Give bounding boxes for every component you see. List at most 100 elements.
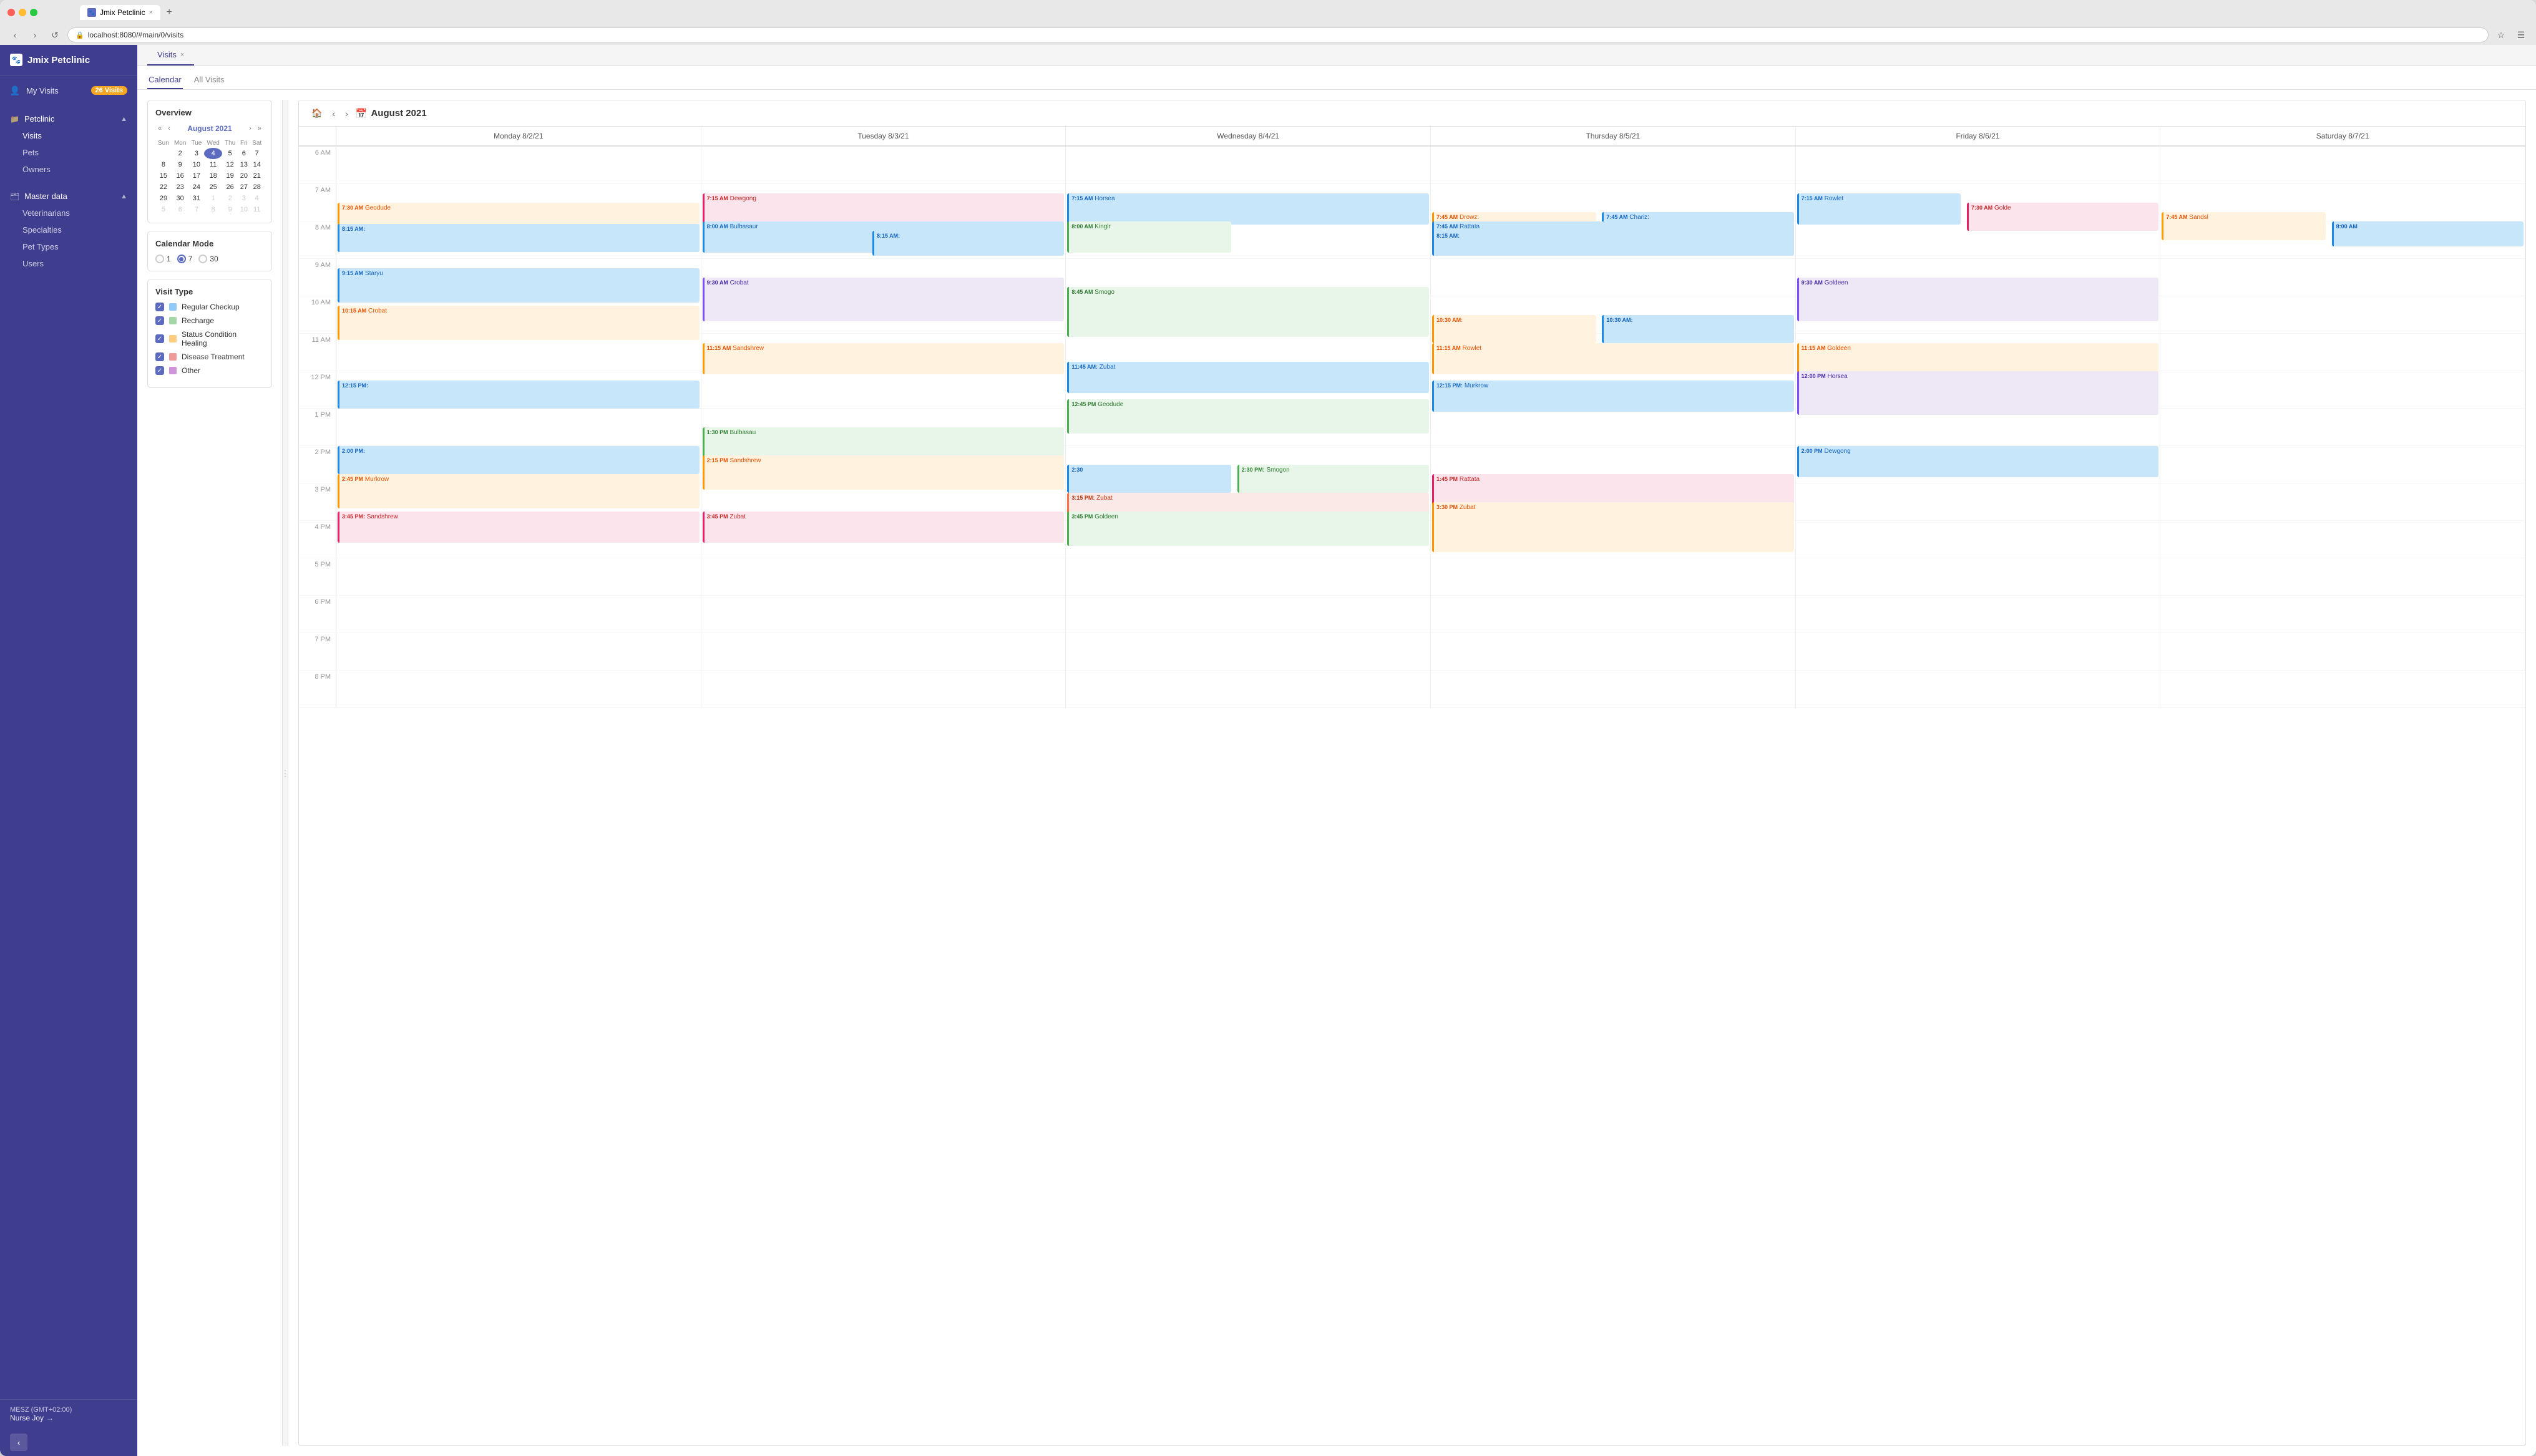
cell-tue-7am[interactable]: 7:15 AM Dewgong	[701, 184, 1066, 221]
cal-day[interactable]: 5	[222, 148, 238, 159]
cell-thu-1pm[interactable]	[1431, 409, 1796, 446]
cell-wed-11am[interactable]: 11:45 AM: Zubat	[1066, 334, 1431, 371]
cell-sat-10am[interactable]	[2160, 296, 2525, 334]
event-smogo[interactable]: 8:45 AM Smogo	[1067, 287, 1429, 337]
forward-button[interactable]: ›	[27, 27, 42, 42]
logout-icon[interactable]: →	[46, 1414, 54, 1422]
event-rowlet-thu[interactable]: 11:15 AM Rowlet	[1432, 343, 1794, 374]
calendar-home-button[interactable]: 🏠	[309, 105, 324, 121]
cal-day[interactable]: 2	[172, 148, 189, 159]
visit-type-recharge[interactable]: Recharge	[155, 316, 264, 325]
close-window-button[interactable]	[7, 9, 15, 16]
mini-cal-next-button[interactable]: ›	[246, 124, 254, 133]
cal-day[interactable]: 3	[238, 193, 250, 204]
event-horsea-fri[interactable]: 12:00 PM Horsea	[1797, 371, 2159, 415]
sidebar-item-my-visits[interactable]: 👤 My Visits 26 Visits	[0, 80, 137, 100]
event-zubat-wed[interactable]: 11:45 AM: Zubat	[1067, 362, 1429, 393]
cal-day[interactable]: 7	[189, 204, 205, 215]
cal-day[interactable]: 3	[189, 148, 205, 159]
cal-day[interactable]: 2	[222, 193, 238, 204]
cell-mon-6pm[interactable]	[336, 596, 701, 633]
event-murkrow-thu[interactable]: 12:15 PM: Murkrow	[1432, 381, 1794, 412]
cal-day[interactable]: 25	[204, 182, 222, 193]
cell-fri-9am[interactable]: 9:30 AM Goldeen	[1796, 259, 2161, 296]
cal-day[interactable]: 7	[250, 148, 264, 159]
cell-thu-8am[interactable]: 7:45 AM Rattata 8:15 AM:	[1431, 221, 1796, 259]
cal-day[interactable]: 11	[250, 204, 264, 215]
cell-sat-9am[interactable]	[2160, 259, 2525, 296]
cell-mon-7pm[interactable]	[336, 633, 701, 671]
cal-day[interactable]: 12	[222, 159, 238, 170]
cal-day[interactable]: 31	[189, 193, 205, 204]
radio-mode-1[interactable]: 1	[155, 255, 171, 263]
cell-fri-8pm[interactable]	[1796, 671, 2161, 708]
cell-wed-7pm[interactable]	[1066, 633, 1431, 671]
cell-mon-8pm[interactable]	[336, 671, 701, 708]
address-bar[interactable]: 🔒 localhost:8080/#main/0/visits	[67, 27, 2489, 42]
mini-cal-next-next-button[interactable]: »	[255, 124, 264, 133]
cal-day[interactable]: 17	[189, 170, 205, 182]
cal-day[interactable]: 28	[250, 182, 264, 193]
event-sandshrew-mon[interactable]: 3:45 PM: Sandshrew	[338, 512, 700, 543]
cell-thu-2pm[interactable]: 1:45 PM Rattata	[1431, 446, 1796, 483]
event-sandshrew-tue-2[interactable]: 2:15 PM Sandshrew	[703, 455, 1065, 490]
sidebar-item-owners[interactable]: Owners	[0, 161, 137, 178]
event-sat-8am[interactable]: 8:00 AM	[2332, 221, 2524, 246]
cell-fri-7pm[interactable]	[1796, 633, 2161, 671]
cal-day[interactable]: 18	[204, 170, 222, 182]
cell-sat-6am[interactable]	[2160, 147, 2525, 184]
cal-day[interactable]: 9	[222, 204, 238, 215]
event-thu-1030b[interactable]: 10:30 AM:	[1602, 315, 1793, 343]
event-sandsl[interactable]: 7:45 AM Sandsl	[2162, 212, 2326, 240]
cell-wed-7am[interactable]: 7:15 AM Horsea	[1066, 184, 1431, 221]
cell-fri-4pm[interactable]	[1796, 521, 2161, 558]
cal-day[interactable]: 15	[155, 170, 172, 182]
cell-tue-6am[interactable]	[701, 147, 1066, 184]
cal-day[interactable]: 8	[155, 159, 172, 170]
cell-tue-9am[interactable]: 9:30 AM Crobat	[701, 259, 1066, 296]
event-smogon-wed[interactable]: 2:30 PM: Smogon	[1237, 465, 1429, 493]
event-zubat-tue[interactable]: 3:45 PM Zubat	[703, 512, 1065, 543]
cell-thu-12pm[interactable]: 12:15 PM: Murkrow	[1431, 371, 1796, 409]
cal-day[interactable]: 20	[238, 170, 250, 182]
cal-day[interactable]: 9	[172, 159, 189, 170]
cell-sat-5pm[interactable]	[2160, 558, 2525, 596]
event-murkrow-mon[interactable]: 2:45 PM Murkrow	[338, 474, 700, 508]
tab-visits-close[interactable]: ×	[180, 51, 184, 59]
cell-mon-5pm[interactable]	[336, 558, 701, 596]
mini-cal-prev-prev-button[interactable]: «	[155, 124, 164, 133]
cell-mon-8am[interactable]: 8:15 AM:	[336, 221, 701, 259]
cal-day[interactable]: 30	[172, 193, 189, 204]
cell-wed-9am[interactable]: 8:45 AM Smogo	[1066, 259, 1431, 296]
sidebar-group-petclinic[interactable]: 📁 Petclinic ▲	[0, 110, 137, 127]
cal-day[interactable]: 11	[204, 159, 222, 170]
sidebar-collapse-button[interactable]: ‹	[10, 1434, 27, 1451]
cal-day[interactable]: 10	[189, 159, 205, 170]
cell-tue-5pm[interactable]	[701, 558, 1066, 596]
cell-wed-6am[interactable]	[1066, 147, 1431, 184]
event-mon-1215[interactable]: 12:15 PM:	[338, 381, 700, 409]
event-goldeen-wed[interactable]: 3:45 PM Goldeen	[1067, 512, 1429, 546]
cell-fri-2pm[interactable]: 2:00 PM Dewgong	[1796, 446, 2161, 483]
cell-thu-6am[interactable]	[1431, 147, 1796, 184]
cal-day[interactable]: 1	[204, 193, 222, 204]
cell-fri-11am[interactable]: 11:15 AM Goldeen	[1796, 334, 2161, 371]
visit-type-regular-checkup[interactable]: Regular Checkup	[155, 303, 264, 311]
sidebar-item-specialties[interactable]: Specialties	[0, 221, 137, 238]
cell-fri-3pm[interactable]	[1796, 483, 2161, 521]
event-golden-fri[interactable]: 7:30 AM Golde	[1967, 203, 2158, 231]
event-mon-2pm[interactable]: 2:00 PM:	[338, 446, 700, 474]
cal-day[interactable]: 14	[250, 159, 264, 170]
cell-thu-9am[interactable]	[1431, 259, 1796, 296]
event-goldeen-fri-9[interactable]: 9:30 AM Goldeen	[1797, 278, 2159, 321]
event-goldeen-fri-11[interactable]: 11:15 AM Goldeen	[1797, 343, 2159, 374]
cal-day[interactable]: 23	[172, 182, 189, 193]
sub-tab-calendar[interactable]: Calendar	[147, 71, 183, 89]
cal-day[interactable]: 6	[172, 204, 189, 215]
cal-day[interactable]	[155, 148, 172, 159]
event-mon-815[interactable]: 8:15 AM:	[338, 224, 700, 252]
cal-day[interactable]: 4	[250, 193, 264, 204]
cell-sat-8pm[interactable]	[2160, 671, 2525, 708]
calendar-next-button[interactable]: ›	[343, 106, 351, 121]
tab-close-button[interactable]: ×	[149, 9, 153, 16]
